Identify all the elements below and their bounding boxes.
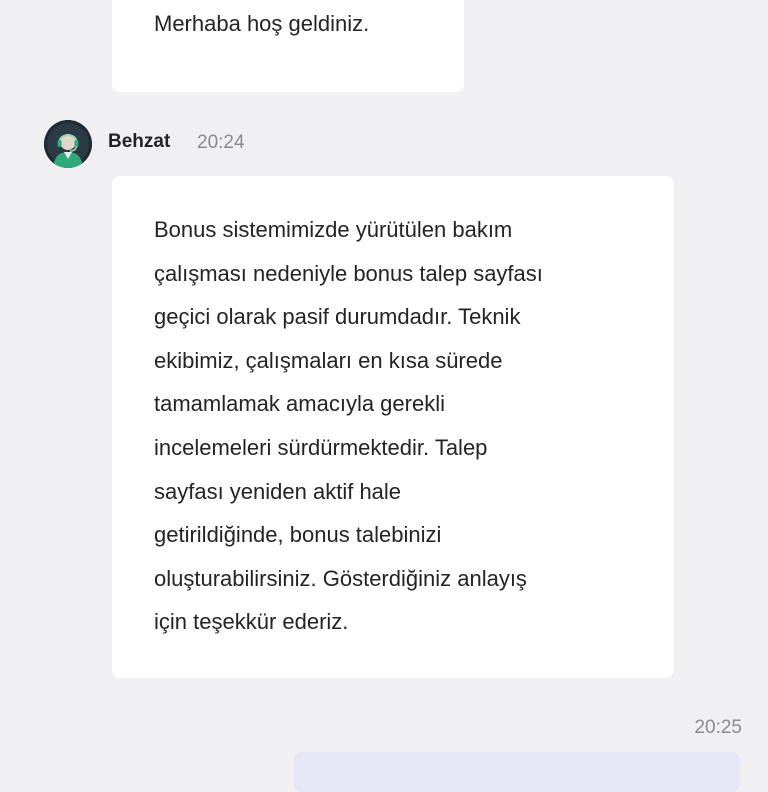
message-line: sayfası yeniden aktif hale [154,478,402,504]
message-line: oluşturabilirsiniz. Gösterdiğiniz anlayı… [154,565,527,591]
message-line: Bonus sistemimizde yürütülen bakım [154,217,513,242]
outgoing-message-bubble [294,752,740,792]
message-line: için teşekkür ederiz. [154,609,349,635]
avatar-image [44,120,92,168]
message-line: ekibimiz, çalışmaları en kısa sürede [154,347,503,373]
sender-name[interactable]: Behzat [108,131,170,153]
outgoing-message-timestamp: 20:25 [694,717,742,738]
previous-message-bubble: Merhaba hoş geldiniz. [112,0,464,92]
message-timestamp: 20:24 [197,132,245,153]
message-text: Bonus sistemimizde yürütülen bakım çalış… [154,208,642,644]
message-line: incelemeleri sürdürmektedir. Talep [154,434,488,460]
message-line: tamamlamak amacıyla gerekli [154,391,445,417]
message-line: çalışması nedeniyle bonus talep sayfası [154,260,543,286]
message-line: geçici olarak pasif durumdadır. Teknik [154,304,521,330]
message-line: getirildiğinde, bonus talebinizi [154,522,442,548]
avatar-headset-agent-icon[interactable] [44,120,92,168]
message-bubble: Bonus sistemimizde yürütülen bakım çalış… [112,176,674,678]
previous-message-text: Merhaba hoş geldiniz. [154,11,370,36]
